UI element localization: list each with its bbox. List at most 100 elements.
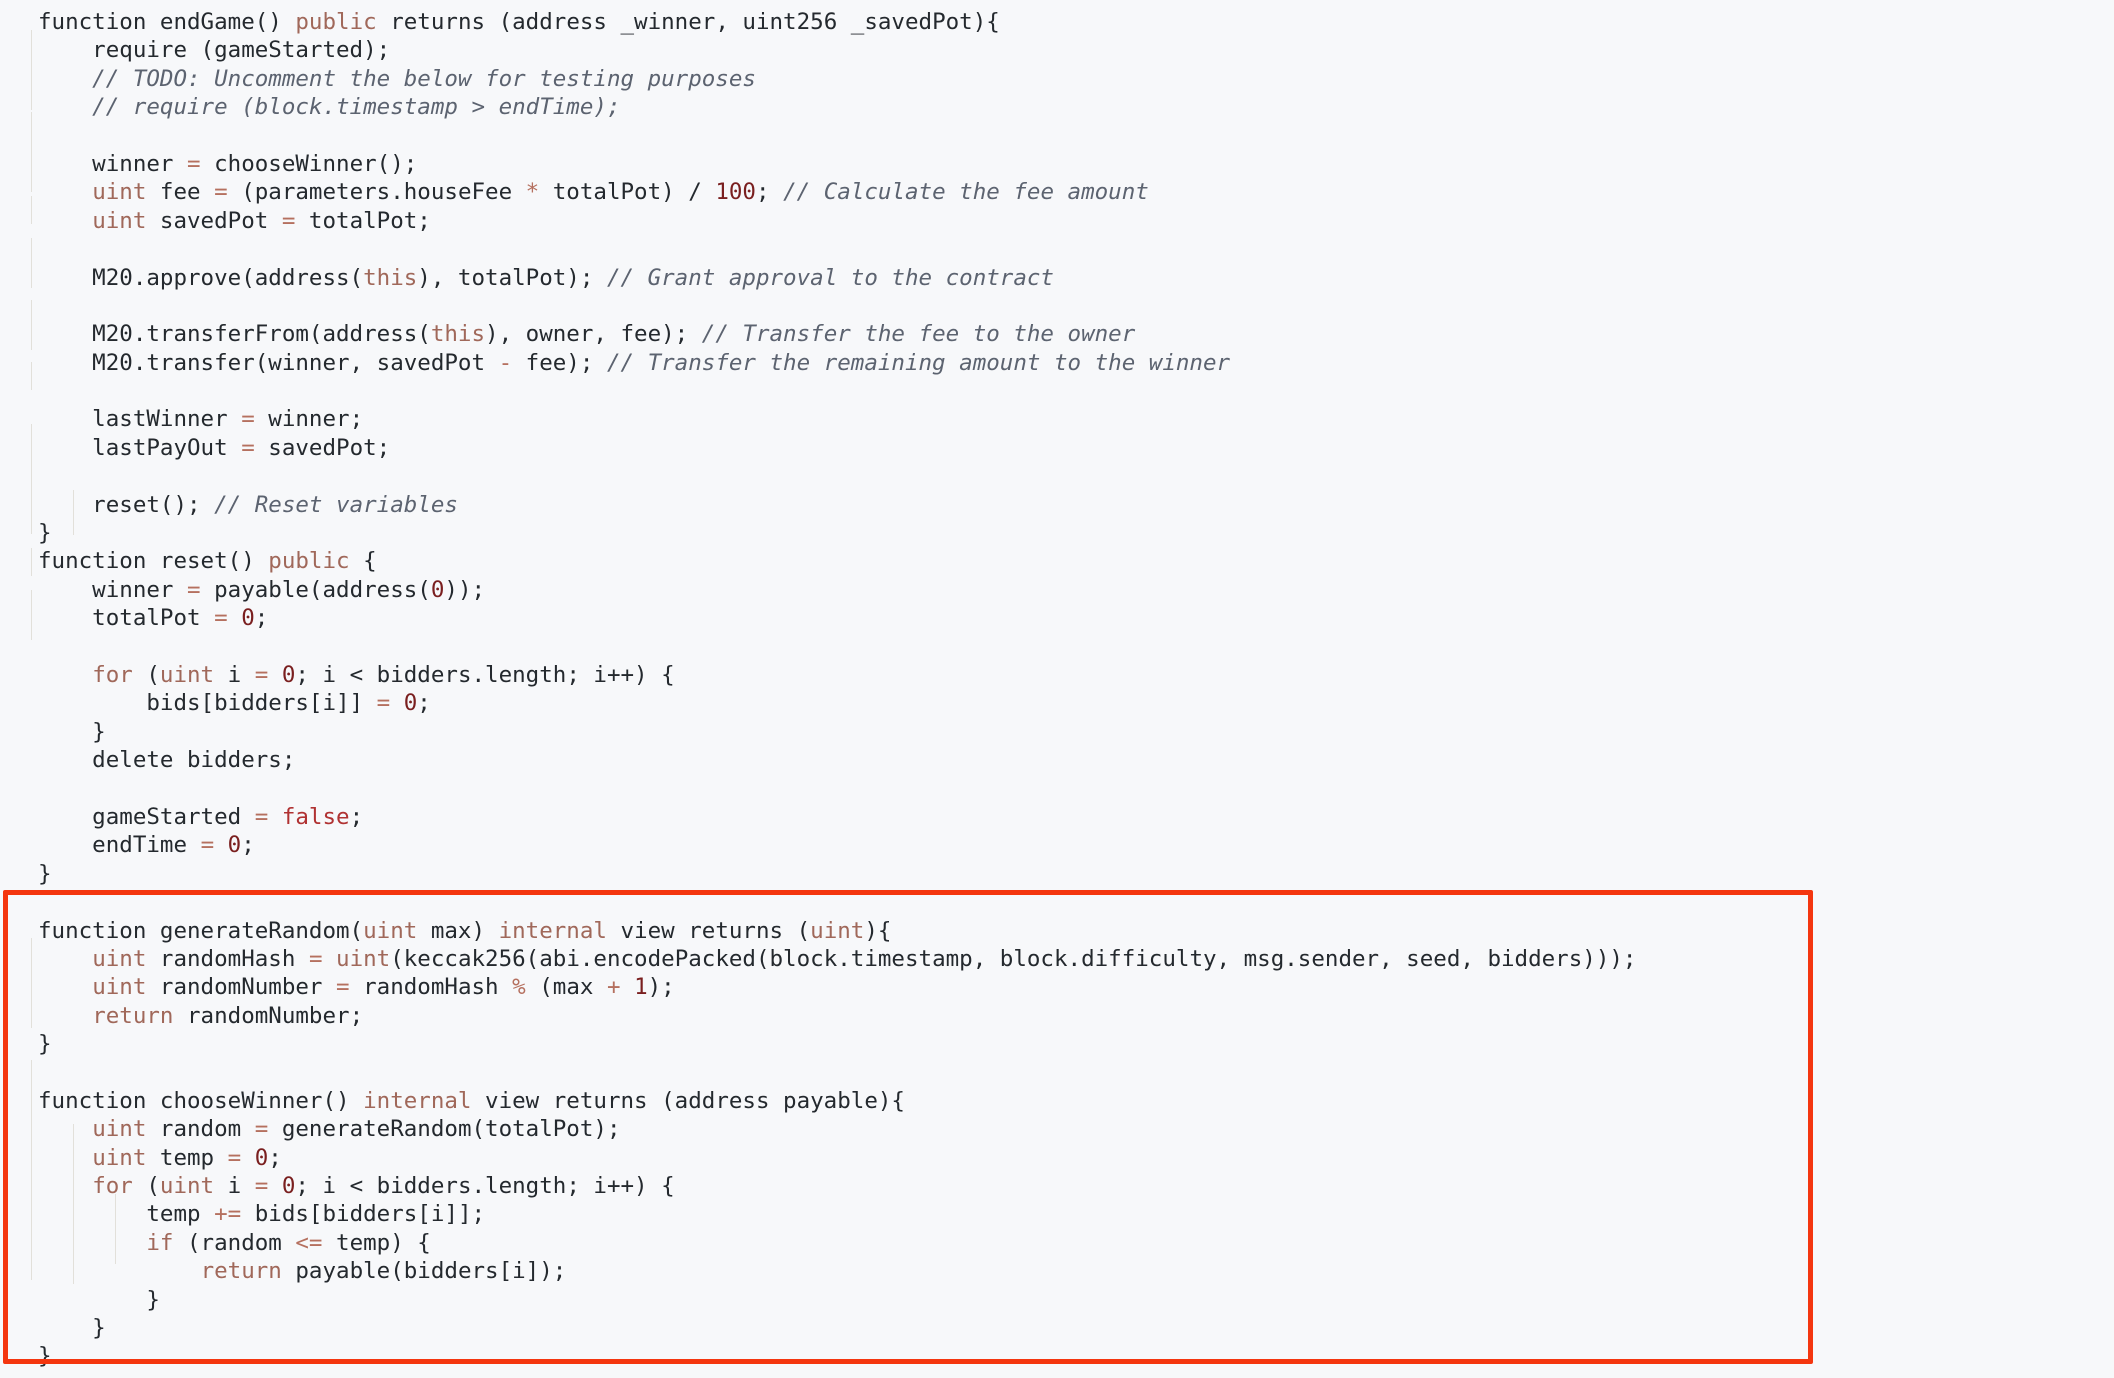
code-token-plain: savedPot; xyxy=(254,434,391,461)
code-token-op: = xyxy=(214,605,228,632)
code-token-plain: ; xyxy=(268,1144,282,1171)
code-token-plain: ; xyxy=(417,690,431,717)
code-token-num: 100 xyxy=(715,179,756,206)
code-line: reset(); // Reset variables xyxy=(0,491,2114,519)
code-token-typ: uint xyxy=(92,1144,147,1171)
code-line: uint temp = 0; xyxy=(0,1144,2114,1172)
code-token-plain: ; i < bidders.length; i++) { xyxy=(295,1173,675,1200)
code-token-typ: uint xyxy=(92,974,147,1001)
code-line: temp += bids[bidders[i]]; xyxy=(0,1200,2114,1228)
code-line: require (gameStarted); xyxy=(0,36,2114,64)
code-token-num: 1 xyxy=(634,974,648,1001)
code-lines[interactable]: function endGame() public returns (addre… xyxy=(0,0,2114,1371)
code-line: M20.approve(address(this), totalPot); //… xyxy=(0,264,2114,292)
code-token-plain: function endGame() xyxy=(38,9,296,35)
code-token-op: = xyxy=(187,576,201,603)
code-token-op: = xyxy=(227,1144,242,1171)
code-line: delete bidders; xyxy=(0,746,2114,774)
code-token-op: = xyxy=(376,690,391,717)
code-token-plain: lastWinner xyxy=(38,406,242,433)
code-token-op: = xyxy=(200,832,215,859)
code-token-plain: i xyxy=(214,661,255,688)
code-token-plain: delete bidders; xyxy=(38,747,296,774)
code-token-cmt: // Transfer the remaining amount to the … xyxy=(606,349,1231,376)
indent-guide xyxy=(31,30,32,110)
code-token-plain: totalPot; xyxy=(295,207,431,234)
code-token-typ: uint xyxy=(92,1116,147,1143)
code-token-plain: i xyxy=(214,1173,255,1200)
code-token-plain: } xyxy=(38,1031,52,1058)
code-line: bids[bidders[i]] = 0; xyxy=(0,689,2114,717)
indent-guide xyxy=(73,490,74,535)
code-token-op: = xyxy=(241,434,255,461)
indent-guide xyxy=(115,1194,116,1264)
code-token-plain: temp) { xyxy=(322,1229,431,1256)
code-token-cmt: // Calculate the fee amount xyxy=(783,179,1149,206)
code-token-plain: ( xyxy=(132,1173,160,1200)
code-line: for (uint i = 0; i < bidders.length; i++… xyxy=(0,661,2114,689)
code-token-plain: ( xyxy=(132,661,160,688)
code-token-plain: winner xyxy=(38,576,188,603)
code-line: function endGame() public returns (addre… xyxy=(0,8,2114,36)
code-line: } xyxy=(0,1030,2114,1058)
code-token-op: - xyxy=(498,349,513,376)
indent-guide xyxy=(31,1060,32,1280)
code-viewer[interactable]: function endGame() public returns (addre… xyxy=(0,0,2114,1378)
code-token-plain: fee xyxy=(146,179,215,206)
code-token-op: = xyxy=(241,406,255,433)
code-line: } xyxy=(0,1314,2114,1342)
code-token-plain: } xyxy=(38,1314,106,1341)
code-token-plain: } xyxy=(38,520,52,547)
code-token-typ: uint xyxy=(92,945,147,972)
code-line: } xyxy=(0,718,2114,746)
code-line: } xyxy=(0,519,2114,547)
code-token-plain: ), totalPot); xyxy=(417,264,607,291)
code-token-cmt: // Grant approval to the contract xyxy=(606,264,1054,291)
code-token-plain: lastPayOut xyxy=(38,434,242,461)
code-token-plain: fee); xyxy=(512,349,607,376)
indent-guide xyxy=(73,1124,74,1284)
code-token-cmt: // Reset variables xyxy=(214,491,458,518)
code-line: if (random <= temp) { xyxy=(0,1229,2114,1257)
code-token-plain: (keccak256(abi.encodePacked(block.timest… xyxy=(390,945,1637,972)
code-token-plain: randomNumber; xyxy=(173,1002,364,1029)
code-token-plain: endTime xyxy=(38,832,201,859)
code-token-plain: random xyxy=(146,1116,255,1143)
code-token-plain: )); xyxy=(444,576,486,603)
code-line: uint savedPot = totalPot; xyxy=(0,207,2114,235)
code-token-plain: } xyxy=(38,1286,160,1313)
code-line: M20.transferFrom(address(this), owner, f… xyxy=(0,320,2114,348)
code-token-num: 0 xyxy=(241,605,255,632)
code-line: totalPot = 0; xyxy=(0,604,2114,632)
code-token-kw: return xyxy=(92,1002,174,1029)
code-token-plain: } xyxy=(38,1343,52,1370)
code-line: return payable(bidders[i]); xyxy=(0,1257,2114,1285)
code-line: function generateRandom(uint max) intern… xyxy=(0,917,2114,945)
code-token-op: + xyxy=(606,974,621,1001)
code-token-op: = xyxy=(254,803,269,830)
code-token-op: = xyxy=(336,974,350,1001)
code-token-op: % xyxy=(512,974,526,1001)
code-line: function reset() public { xyxy=(0,547,2114,575)
code-token-plain: ){ xyxy=(864,917,892,944)
code-token-op: += xyxy=(214,1201,242,1228)
code-token-op: = xyxy=(281,207,296,234)
code-token-plain: M20.approve(address( xyxy=(38,264,364,291)
code-line: winner = chooseWinner(); xyxy=(0,150,2114,178)
code-token-plain: ; i < bidders.length; i++) { xyxy=(295,661,675,688)
code-token-plain: randomHash xyxy=(349,974,513,1001)
indent-guide xyxy=(31,112,32,192)
